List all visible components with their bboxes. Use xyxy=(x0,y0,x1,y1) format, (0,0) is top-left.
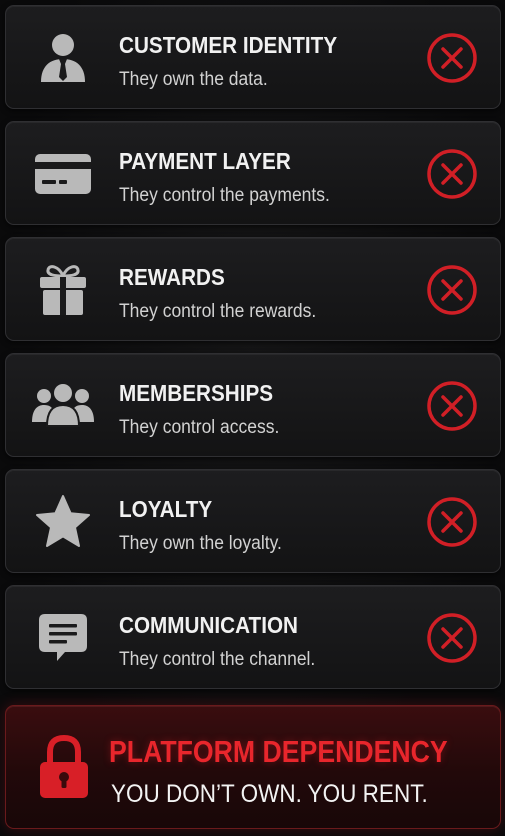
card-rewards: REWARDS They control the rewards. xyxy=(5,237,501,341)
banner-title: PLATFORM DEPENDENCY xyxy=(109,734,448,769)
page: CUSTOMER IDENTITY They own the data. PAY… xyxy=(0,0,505,836)
banner-subtitle: YOU DON’T OWN. YOU RENT. xyxy=(111,780,428,808)
x-circle-icon xyxy=(426,148,478,200)
item-subtitle: They control the rewards. xyxy=(119,301,317,322)
card-payment-layer: PAYMENT LAYER They control the payments. xyxy=(5,121,501,225)
item-subtitle: They control the payments. xyxy=(119,185,330,206)
star-icon xyxy=(30,495,96,548)
card-communication: COMMUNICATION They control the channel. xyxy=(5,585,501,689)
x-circle-icon xyxy=(426,32,478,84)
chat-bubble-icon xyxy=(30,612,96,664)
item-title: CUSTOMER IDENTITY xyxy=(119,32,338,58)
group-icon xyxy=(30,380,96,432)
platform-dependency-banner: PLATFORM DEPENDENCY YOU DON’T OWN. YOU R… xyxy=(5,705,501,829)
user-tie-icon xyxy=(30,32,96,84)
card-memberships: MEMBERSHIPS They control access. xyxy=(5,353,501,457)
x-circle-icon xyxy=(426,496,478,548)
gift-icon xyxy=(30,264,96,316)
x-circle-icon xyxy=(426,380,478,432)
item-title: MEMBERSHIPS xyxy=(119,380,274,406)
item-title: LOYALTY xyxy=(119,496,213,522)
card-customer-identity: CUSTOMER IDENTITY They own the data. xyxy=(5,5,501,109)
item-subtitle: They control access. xyxy=(119,417,280,438)
x-circle-icon xyxy=(426,612,478,664)
lock-icon xyxy=(36,732,92,802)
card-loyalty: LOYALTY They own the loyalty. xyxy=(5,469,501,573)
credit-card-icon xyxy=(30,148,96,200)
item-subtitle: They own the data. xyxy=(119,69,268,90)
item-title: REWARDS xyxy=(119,264,225,290)
x-circle-icon xyxy=(426,264,478,316)
item-title: PAYMENT LAYER xyxy=(119,148,291,174)
item-subtitle: They own the loyalty. xyxy=(119,533,282,554)
item-subtitle: They control the channel. xyxy=(119,649,316,670)
item-title: COMMUNICATION xyxy=(119,612,299,638)
